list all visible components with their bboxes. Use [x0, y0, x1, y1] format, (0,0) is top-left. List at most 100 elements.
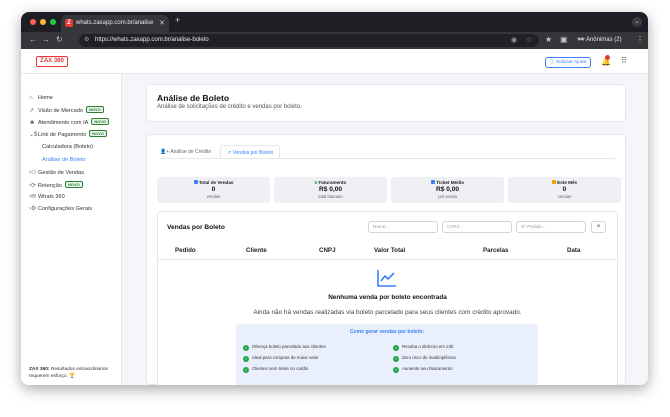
- site-info-icon[interactable]: ⚙: [84, 34, 89, 47]
- sidebar-subitem-boleto-analysis[interactable]: Análise de Boleto: [42, 156, 86, 165]
- maximize-window-button[interactable]: [50, 19, 56, 25]
- tab-search-icon[interactable]: ⌄: [632, 17, 642, 27]
- browser-tab[interactable]: Z whats.zaxapp.com.br/analise ✕: [61, 15, 169, 32]
- brand-logo[interactable]: ZAX 360: [36, 56, 68, 67]
- tip-text: Aumente seu faturamento: [402, 366, 453, 371]
- sidebar-item-label: Whats 360: [38, 194, 65, 200]
- sidebar-item-label: Home: [38, 95, 53, 101]
- tip-item: ✓ Zero risco de inadimplência: [393, 355, 456, 362]
- site-favicon: Z: [65, 19, 73, 27]
- help-button[interactable]: ⓘ Solicitar Ajuda: [545, 57, 591, 68]
- help-button-label: Solicitar Ajuda: [555, 60, 587, 65]
- incognito-eye-icon[interactable]: ◉: [511, 34, 517, 47]
- clear-filters-button[interactable]: ×: [591, 221, 606, 233]
- new-badge: NOVO: [86, 106, 104, 113]
- profile-button[interactable]: 🕶 Anônimas (2): [577, 35, 622, 46]
- stat-label: Total de Vendas: [198, 180, 234, 185]
- forward-icon[interactable]: →: [42, 35, 50, 44]
- robot-icon: ☻: [29, 120, 36, 126]
- column-header[interactable]: Valor Total: [374, 247, 405, 254]
- stat-sub: por venda: [438, 194, 457, 199]
- bar-chart-icon: [430, 180, 435, 184]
- column-header[interactable]: CNPJ: [319, 247, 336, 254]
- sidebar-item-ai[interactable]: ☻ Atendimento com IA NOVO: [29, 118, 110, 127]
- sales-table-card: Vendas por Boleto Nome... CNPJ... Nº Ped…: [157, 211, 618, 385]
- receipt-icon: [193, 180, 198, 184]
- content-card: 👤+ Análise de Crédito ↗ Vendas por Bolet…: [146, 134, 626, 385]
- retention-icon: ›⟳: [29, 183, 37, 189]
- sidebar-item-market[interactable]: ↗ Visão de Mercado NOVO: [29, 106, 104, 115]
- order-filter-input[interactable]: Nº Pedido...: [516, 221, 586, 233]
- tab-boleto-sales[interactable]: ↗ Vendas por Boleto: [220, 145, 281, 159]
- tip-item: ✓ Clientes sem limite no cartão: [243, 366, 309, 373]
- tip-text: Receba o dinheiro em 24h: [402, 344, 454, 349]
- check-icon: ✓: [393, 345, 399, 351]
- tab-divider: [160, 158, 615, 159]
- sidebar-subitem-calculator[interactable]: Calculadora (Boleto): [42, 143, 93, 152]
- stat-average-ticket: Ticket Médio R$ 0,00 por venda: [391, 177, 504, 203]
- tip-item: ✓ Receba o dinheiro em 24h: [393, 344, 454, 351]
- sidebar-footer: ZAX 360: Resultados extraordinários requ…: [29, 366, 119, 380]
- column-header[interactable]: Pedido: [175, 247, 196, 254]
- sidebar-item-whats360[interactable]: ›✉ Whats 360: [29, 193, 65, 202]
- new-badge: NOVO: [64, 181, 83, 188]
- close-tab-icon[interactable]: ✕: [159, 15, 165, 32]
- dollar-icon: $: [314, 180, 318, 185]
- tip-item: ✓ Ideal para compras de maior valor: [243, 355, 319, 362]
- sidebar-item-retention[interactable]: ›⟳ Retenção NOVO: [29, 181, 83, 190]
- bookmark-star-icon[interactable]: ☆: [526, 34, 532, 47]
- stat-value: R$ 0,00: [318, 186, 343, 193]
- check-icon: ✓: [243, 345, 249, 351]
- name-filter-input[interactable]: Nome...: [368, 221, 438, 233]
- tab-credit-analysis[interactable]: 👤+ Análise de Crédito: [160, 145, 211, 159]
- sidebar-item-label: Retenção: [38, 183, 62, 189]
- gear-icon: ›⚙: [29, 206, 37, 212]
- tab-bar: Z whats.zaxapp.com.br/analise ✕ + ⌄: [21, 12, 648, 32]
- column-header[interactable]: Data: [567, 247, 580, 254]
- stat-revenue: $ Faturamento R$ 0,00 total faturado: [274, 177, 387, 203]
- stat-sub: vendas: [206, 194, 221, 199]
- cnpj-filter-input[interactable]: CNPJ...: [442, 221, 512, 233]
- app: ZAX 360 ⓘ Solicitar Ajuda 🔔 ⠿ ⌂ Home ↗ Vis…: [21, 49, 648, 385]
- sidepanel-icon[interactable]: ▣: [560, 35, 568, 44]
- calendar-icon: [551, 180, 556, 184]
- empty-state-text: Ainda não há vendas realizadas via bolet…: [253, 309, 522, 316]
- reload-icon[interactable]: ↻: [56, 35, 63, 44]
- page-header-card: Análise de Boleto Análise de solicitaçõe…: [146, 84, 626, 122]
- notification-badge: [605, 55, 610, 60]
- tip-text: Ideal para compras de maior valor: [252, 355, 319, 360]
- tip-text: Zero risco de inadimplência: [402, 355, 456, 360]
- tip-item: ✓ Aumente seu faturamento: [393, 366, 453, 373]
- sidebar-item-settings[interactable]: ›⚙ Configurações Gerais: [29, 205, 92, 214]
- apps-grid-icon[interactable]: ⠿: [621, 57, 629, 65]
- column-header[interactable]: Parcelas: [483, 247, 508, 254]
- sidebar-item-home[interactable]: ⌂ Home: [29, 94, 53, 103]
- tip-text: Clientes sem limite no cartão: [252, 366, 309, 371]
- users-icon: ›⚇: [29, 170, 37, 176]
- footer-brand: ZAX 360:: [29, 367, 50, 372]
- check-icon: ✓: [393, 356, 399, 362]
- close-window-button[interactable]: [30, 19, 36, 25]
- sidebar-item-label: Gestão de Vendas: [38, 170, 85, 176]
- sidebar-item-sales[interactable]: ›⚇ Gestão de Vendas: [29, 169, 84, 178]
- column-header[interactable]: Cliente: [246, 247, 267, 254]
- profile-label: Anônimas (2): [585, 37, 622, 43]
- url-field[interactable]: ⚙ https://whats.zaxapp.com.br/analise-bo…: [79, 34, 539, 47]
- sidebar-item-label: Configurações Gerais: [38, 206, 93, 212]
- how-to-box: Como gerar vendas por boleto: ✓ Ofereça b…: [236, 324, 538, 385]
- stat-label: Ticket Médio: [436, 180, 465, 185]
- browser-menu-icon[interactable]: ⋮: [636, 35, 644, 44]
- stat-value: R$ 0,00: [435, 186, 460, 193]
- minimize-window-button[interactable]: [40, 19, 46, 25]
- stat-label: Faturamento: [318, 180, 347, 185]
- back-icon[interactable]: ←: [29, 35, 37, 44]
- sidebar-item-payment-link[interactable]: ⌄$Link de Pagamento NOVO: [29, 130, 107, 139]
- sidebar-item-label: Visão de Mercado: [38, 108, 83, 114]
- page-subtitle: Análise de solicitações de crédito e ven…: [157, 104, 302, 110]
- tip-item: ✓ Ofereça boleto parcelado aos clientes: [243, 344, 326, 351]
- sales-table-title: Vendas por Boleto: [167, 224, 225, 231]
- dollar-icon: ⌄$: [29, 132, 38, 138]
- new-tab-button[interactable]: +: [175, 15, 180, 25]
- home-icon: ⌂: [29, 95, 33, 101]
- extension-star-icon[interactable]: ★: [545, 35, 552, 44]
